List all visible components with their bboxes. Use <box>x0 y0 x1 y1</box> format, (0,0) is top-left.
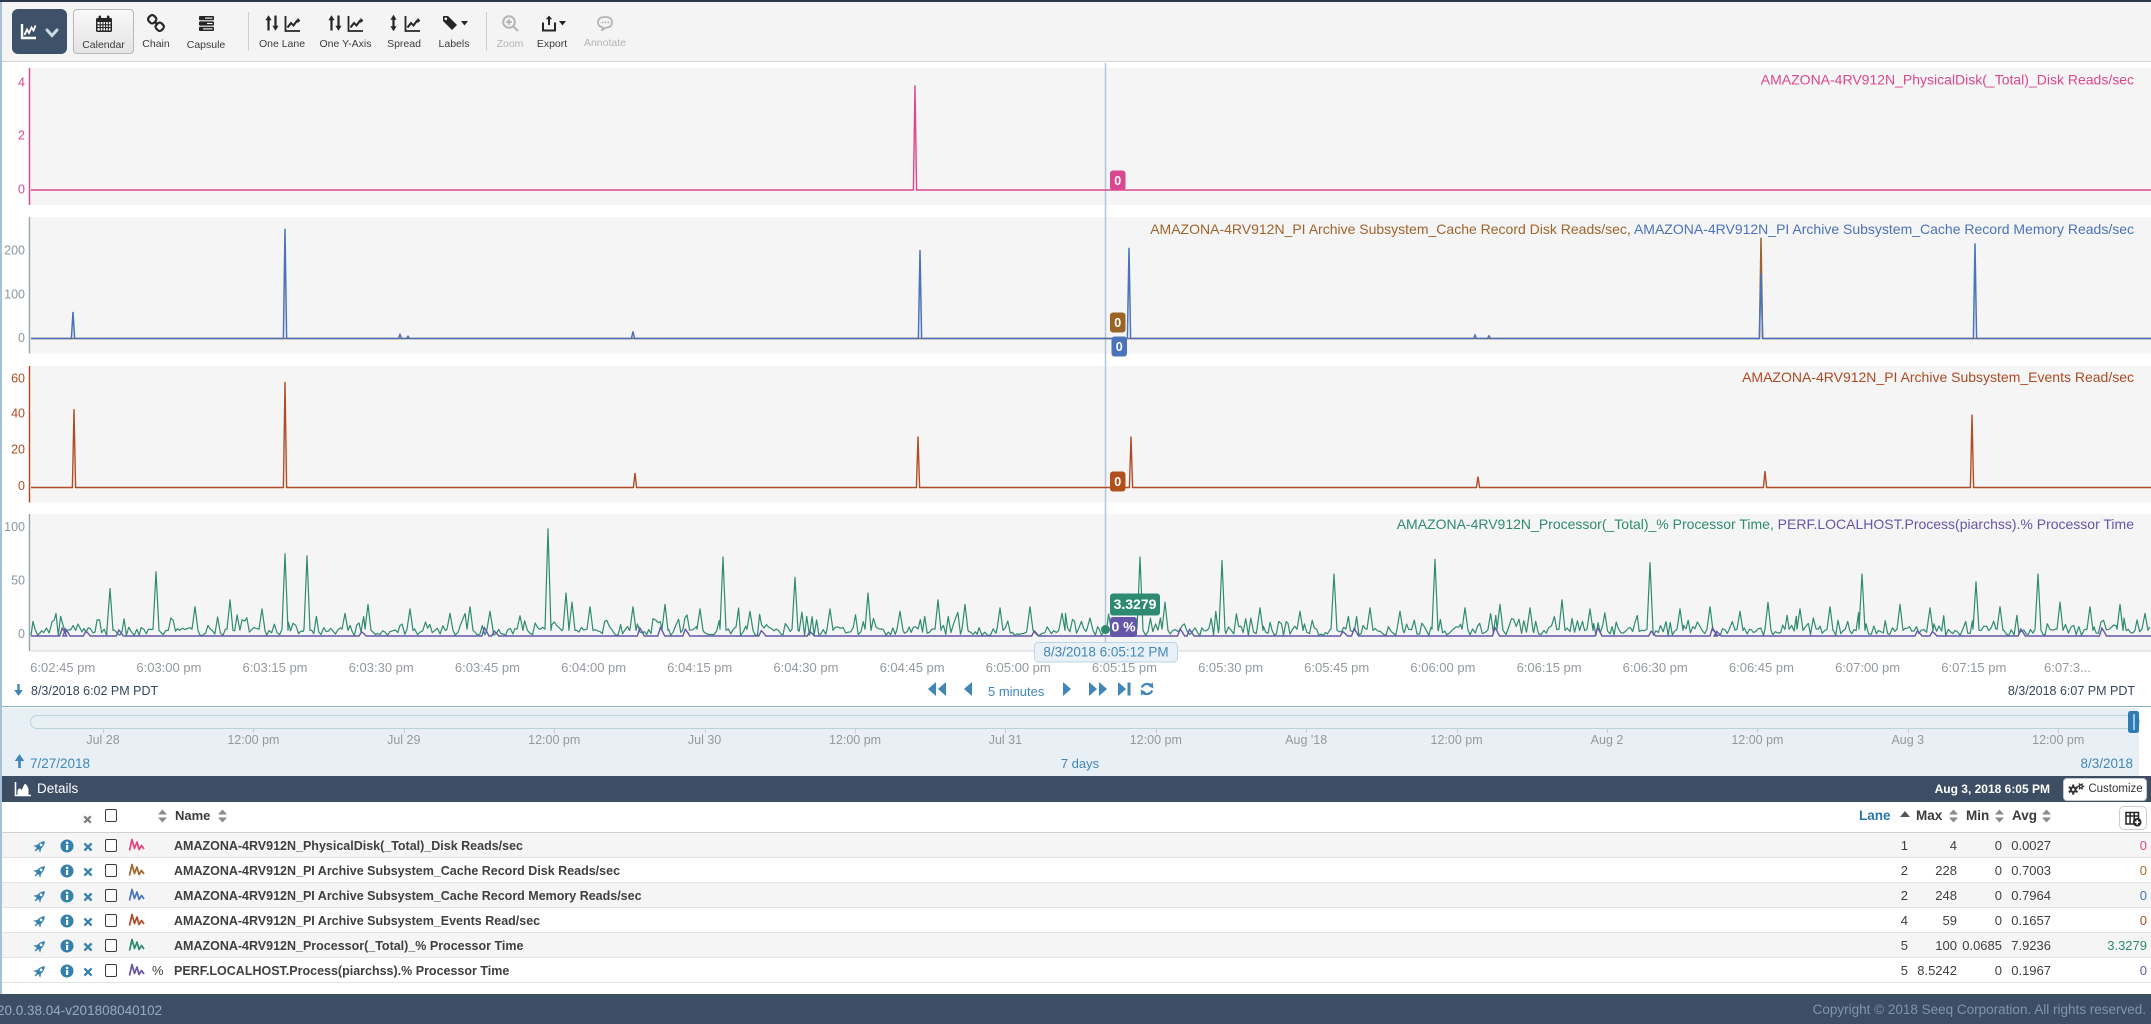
svg-text:40: 40 <box>11 407 25 421</box>
svg-text:0: 0 <box>1116 340 1123 354</box>
svg-text:6:06:45 pm: 6:06:45 pm <box>1729 660 1794 675</box>
svg-text:6:07:15 pm: 6:07:15 pm <box>1941 660 2006 675</box>
svg-text:6:04:30 pm: 6:04:30 pm <box>773 660 838 675</box>
svg-text:6:06:00 pm: 6:06:00 pm <box>1410 660 1475 675</box>
svg-text:6:02:45 pm: 6:02:45 pm <box>30 660 95 675</box>
svg-text:0: 0 <box>1114 316 1121 330</box>
svg-text:AMAZONA-4RV912N_PhysicalDisk(_: AMAZONA-4RV912N_PhysicalDisk(_Total)_Dis… <box>1761 72 2134 88</box>
svg-text:0: 0 <box>18 627 25 641</box>
svg-text:6:04:45 pm: 6:04:45 pm <box>880 660 945 675</box>
svg-text:AMAZONA-4RV912N_PI Archive Sub: AMAZONA-4RV912N_PI Archive Subsystem_Cac… <box>1150 221 2134 237</box>
svg-text:100: 100 <box>4 288 25 302</box>
svg-text:20: 20 <box>11 443 25 457</box>
svg-text:6:06:15 pm: 6:06:15 pm <box>1517 660 1582 675</box>
svg-text:0 %: 0 % <box>1111 619 1136 635</box>
svg-text:6:03:15 pm: 6:03:15 pm <box>242 660 307 675</box>
svg-text:0: 0 <box>18 479 25 493</box>
svg-text:6:04:00 pm: 6:04:00 pm <box>561 660 626 675</box>
svg-text:8/3/2018 6:05:12 PM: 8/3/2018 6:05:12 PM <box>1043 645 1168 660</box>
svg-text:AMAZONA-4RV912N_Processor(_Tot: AMAZONA-4RV912N_Processor(_Total)_% Proc… <box>1397 516 2135 532</box>
svg-text:2: 2 <box>18 129 25 143</box>
svg-text:6:03:45 pm: 6:03:45 pm <box>455 660 520 675</box>
svg-text:AMAZONA-4RV912N_PI Archive Sub: AMAZONA-4RV912N_PI Archive Subsystem_Eve… <box>1742 369 2134 385</box>
svg-text:6:07:00 pm: 6:07:00 pm <box>1835 660 1900 675</box>
svg-text:6:05:45 pm: 6:05:45 pm <box>1304 660 1369 675</box>
svg-text:0: 0 <box>18 331 25 345</box>
svg-text:60: 60 <box>11 372 25 386</box>
svg-text:0: 0 <box>1114 174 1121 188</box>
svg-text:200: 200 <box>4 244 25 258</box>
svg-text:6:07:3...: 6:07:3... <box>2044 660 2091 675</box>
svg-text:50: 50 <box>11 574 25 588</box>
svg-text:6:04:15 pm: 6:04:15 pm <box>667 660 732 675</box>
svg-text:100: 100 <box>4 520 25 534</box>
svg-text:0: 0 <box>18 183 25 197</box>
svg-text:6:06:30 pm: 6:06:30 pm <box>1623 660 1688 675</box>
svg-text:6:03:30 pm: 6:03:30 pm <box>349 660 414 675</box>
svg-text:6:03:00 pm: 6:03:00 pm <box>136 660 201 675</box>
svg-text:3.3279: 3.3279 <box>1114 596 1157 612</box>
svg-text:4: 4 <box>18 76 25 90</box>
svg-text:0: 0 <box>1114 475 1121 489</box>
svg-text:6:05:30 pm: 6:05:30 pm <box>1198 660 1263 675</box>
